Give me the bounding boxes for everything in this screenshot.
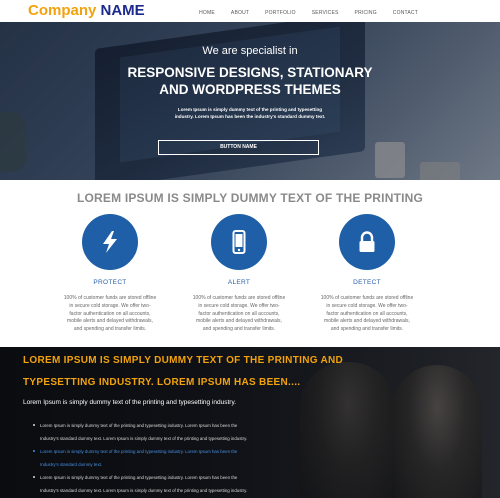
nav-home[interactable]: HOME: [199, 10, 215, 16]
about-heading-line-1: LOREM IPSUM IS SIMPLY DUMMY TEXT OF THE …: [23, 355, 344, 366]
feature-alert-title: ALERT: [227, 279, 251, 286]
hero-cta-button[interactable]: BUTTON NAME: [158, 140, 319, 155]
feature-alert-text-line: and spending and transfer limits.: [202, 326, 276, 333]
hero-subtitle-line-1: Lorem Ipsum is simply dummy text of the …: [177, 107, 323, 112]
about-subheading: Lorem Ipsum is simply dummy text of the …: [23, 399, 237, 406]
lightning-icon: [103, 231, 117, 253]
mobile-phone-icon: [232, 230, 246, 254]
feature-protect: PROTECT 100% of customer funds are store…: [50, 214, 170, 334]
about-section: LOREM IPSUM IS SIMPLY DUMMY TEXT OF THE …: [0, 347, 500, 498]
site-header: Company NAME HOME ABOUT PORTFOLIO SERVIC…: [0, 0, 500, 22]
list-item: Industry's standard dummy text. Lorem Ip…: [40, 436, 248, 441]
list-item: Lorem Ipsum is simply dummy text of the …: [33, 419, 333, 432]
feature-detect-badge[interactable]: [339, 214, 395, 270]
logo-word-company: Company: [28, 2, 97, 19]
hero-title: RESPONSIVE DESIGNS, STATIONARY AND WORDP…: [0, 64, 500, 98]
feature-detect-text-line: in secure cold storage. We offer two-: [326, 302, 408, 309]
hero-subtitle: Lorem Ipsum is simply dummy text of the …: [150, 106, 350, 120]
nav-portfolio[interactable]: PORTFOLIO: [265, 10, 296, 16]
about-heading: LOREM IPSUM IS SIMPLY DUMMY TEXT OF THE …: [23, 350, 363, 394]
nav-contact[interactable]: CONTACT: [393, 10, 418, 16]
about-list: Lorem Ipsum is simply dummy text of the …: [33, 419, 333, 497]
logo-word-name: NAME: [100, 2, 145, 19]
feature-detect-text-line: factor authentication on all accounts,: [326, 310, 408, 317]
hero-subtitle-line-2: industry. Lorem Ipsum has been the indus…: [174, 114, 326, 119]
company-logo[interactable]: Company NAME: [28, 2, 145, 19]
feature-alert-text-line: mobile alerts and delayed withdrawals,: [196, 318, 282, 325]
feature-detect-title: DETECT: [353, 279, 381, 286]
feature-protect-text-line: factor authentication on all accounts,: [69, 310, 151, 317]
hero-title-line-2: AND WORDPRESS THEMES: [159, 82, 341, 97]
about-heading-line-2: TYPESETTING INDUSTRY. LOREM IPSUM HAS BE…: [23, 377, 301, 388]
hero-kicker: We are specialist in: [202, 45, 298, 57]
feature-detect-text-line: 100% of customer funds are stored offlin…: [320, 295, 414, 301]
list-item-link[interactable]: Industry's standard dummy text.: [33, 458, 333, 471]
feature-alert-badge[interactable]: [211, 214, 267, 270]
feature-protect-text-line: and spending and transfer limits.: [73, 326, 147, 333]
hero-title-line-1: RESPONSIVE DESIGNS, STATIONARY: [127, 65, 373, 80]
main-nav: HOME ABOUT PORTFOLIO SERVICES PRICING CO…: [199, 10, 418, 16]
feature-protect-text-line: mobile alerts and delayed withdrawals,: [67, 318, 153, 325]
feature-detect-text: 100% of customer funds are stored offlin…: [307, 295, 427, 334]
list-item: Industry's standard dummy text. Lorem Ip…: [40, 488, 248, 493]
feature-protect-text-line: in secure cold storage. We offer two-: [69, 302, 151, 309]
feature-alert-text-line: in secure cold storage. We offer two-: [198, 302, 280, 309]
feature-protect-text: 100% of customer funds are stored offlin…: [50, 295, 170, 334]
feature-alert-text: 100% of customer funds are stored offlin…: [179, 295, 299, 334]
feature-protect-badge[interactable]: [82, 214, 138, 270]
hero-banner: We are specialist in RESPONSIVE DESIGNS,…: [0, 22, 500, 180]
list-item-link[interactable]: Lorem Ipsum is simply dummy text of the …: [33, 445, 333, 458]
features-section: LOREM IPSUM IS SIMPLY DUMMY TEXT OF THE …: [0, 180, 500, 347]
feature-alert-text-line: factor authentication on all accounts,: [198, 310, 280, 317]
feature-detect: DETECT 100% of customer funds are stored…: [307, 214, 427, 334]
feature-alert-text-line: 100% of customer funds are stored offlin…: [192, 295, 286, 301]
feature-protect-text-line: 100% of customer funds are stored offlin…: [63, 295, 157, 301]
nav-pricing[interactable]: PRICING: [355, 10, 377, 16]
nav-services[interactable]: SERVICES: [312, 10, 339, 16]
padlock-icon: [359, 231, 375, 252]
feature-protect-title: PROTECT: [93, 279, 127, 286]
features-heading: LOREM IPSUM IS SIMPLY DUMMY TEXT OF THE …: [76, 191, 424, 205]
feature-detect-text-line: mobile alerts and delayed withdrawals,: [324, 318, 410, 325]
nav-about[interactable]: ABOUT: [231, 10, 249, 16]
list-item: Lorem Ipsum is simply dummy text of the …: [33, 471, 333, 484]
feature-detect-text-line: and spending and transfer limits.: [330, 326, 404, 333]
feature-alert: ALERT 100% of customer funds are stored …: [179, 214, 299, 334]
